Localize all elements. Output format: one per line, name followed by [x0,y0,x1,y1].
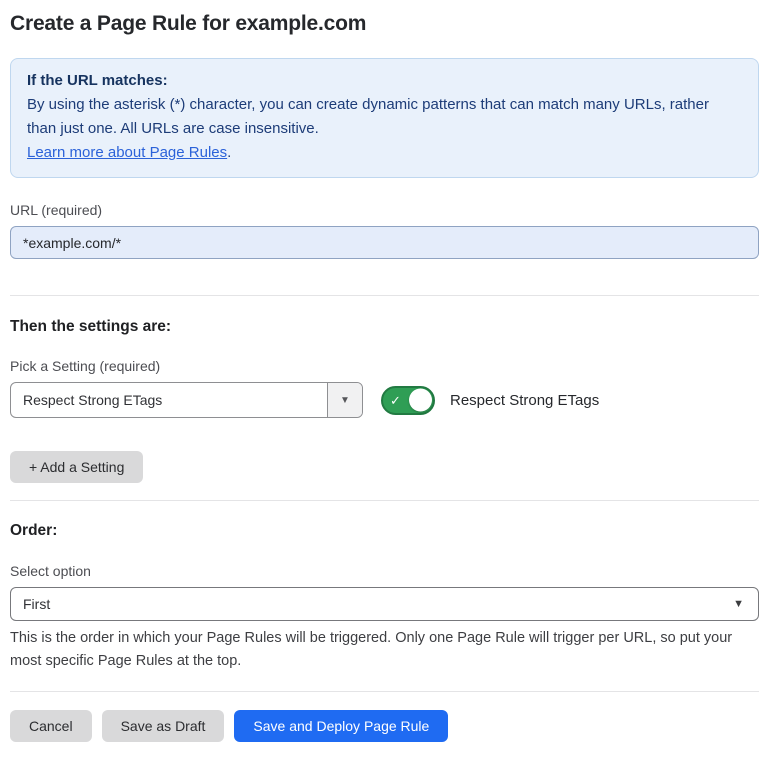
divider [10,500,759,501]
setting-select-value: Respect Strong ETags [11,383,327,417]
add-setting-button[interactable]: + Add a Setting [10,451,143,483]
chevron-down-icon: ▼ [733,598,744,610]
setting-select-arrow-button[interactable]: ▼ [327,383,362,417]
info-box-heading: If the URL matches: [27,69,742,93]
link-suffix: . [227,144,231,161]
order-select-value: First [23,596,733,612]
page-title: Create a Page Rule for example.com [10,12,759,36]
setting-select[interactable]: Respect Strong ETags ▼ [10,382,363,418]
setting-toggle-wrap: ✓ Respect Strong ETags [381,386,599,415]
save-as-draft-button[interactable]: Save as Draft [102,710,225,742]
settings-section-heading: Then the settings are: [10,318,759,336]
info-box-body-text: By using the asterisk (*) character, you… [27,96,709,137]
chevron-down-icon: ▼ [340,395,350,406]
learn-more-link[interactable]: Learn more about Page Rules [27,144,227,161]
check-icon: ✓ [390,394,401,407]
setting-row: Respect Strong ETags ▼ ✓ Respect Strong … [10,382,759,418]
order-section-heading: Order: [10,522,759,540]
toggle-knob [409,389,432,412]
save-and-deploy-button[interactable]: Save and Deploy Page Rule [234,710,448,742]
order-help-text: This is the order in which your Page Rul… [10,627,759,673]
info-box-link-line: Learn more about Page Rules. [27,141,742,165]
order-select-label: Select option [10,563,759,579]
divider [10,691,759,692]
info-box-body: By using the asterisk (*) character, you… [27,93,742,141]
divider [10,295,759,296]
order-select[interactable]: First ▼ [10,587,759,621]
url-match-info-box: If the URL matches: By using the asteris… [10,58,759,178]
url-input[interactable] [10,226,759,259]
cancel-button[interactable]: Cancel [10,710,92,742]
respect-strong-etags-toggle[interactable]: ✓ [381,386,435,415]
toggle-label: Respect Strong ETags [450,392,599,409]
actions-row: Cancel Save as Draft Save and Deploy Pag… [10,710,759,742]
url-field-label: URL (required) [10,202,759,218]
pick-setting-label: Pick a Setting (required) [10,358,759,374]
